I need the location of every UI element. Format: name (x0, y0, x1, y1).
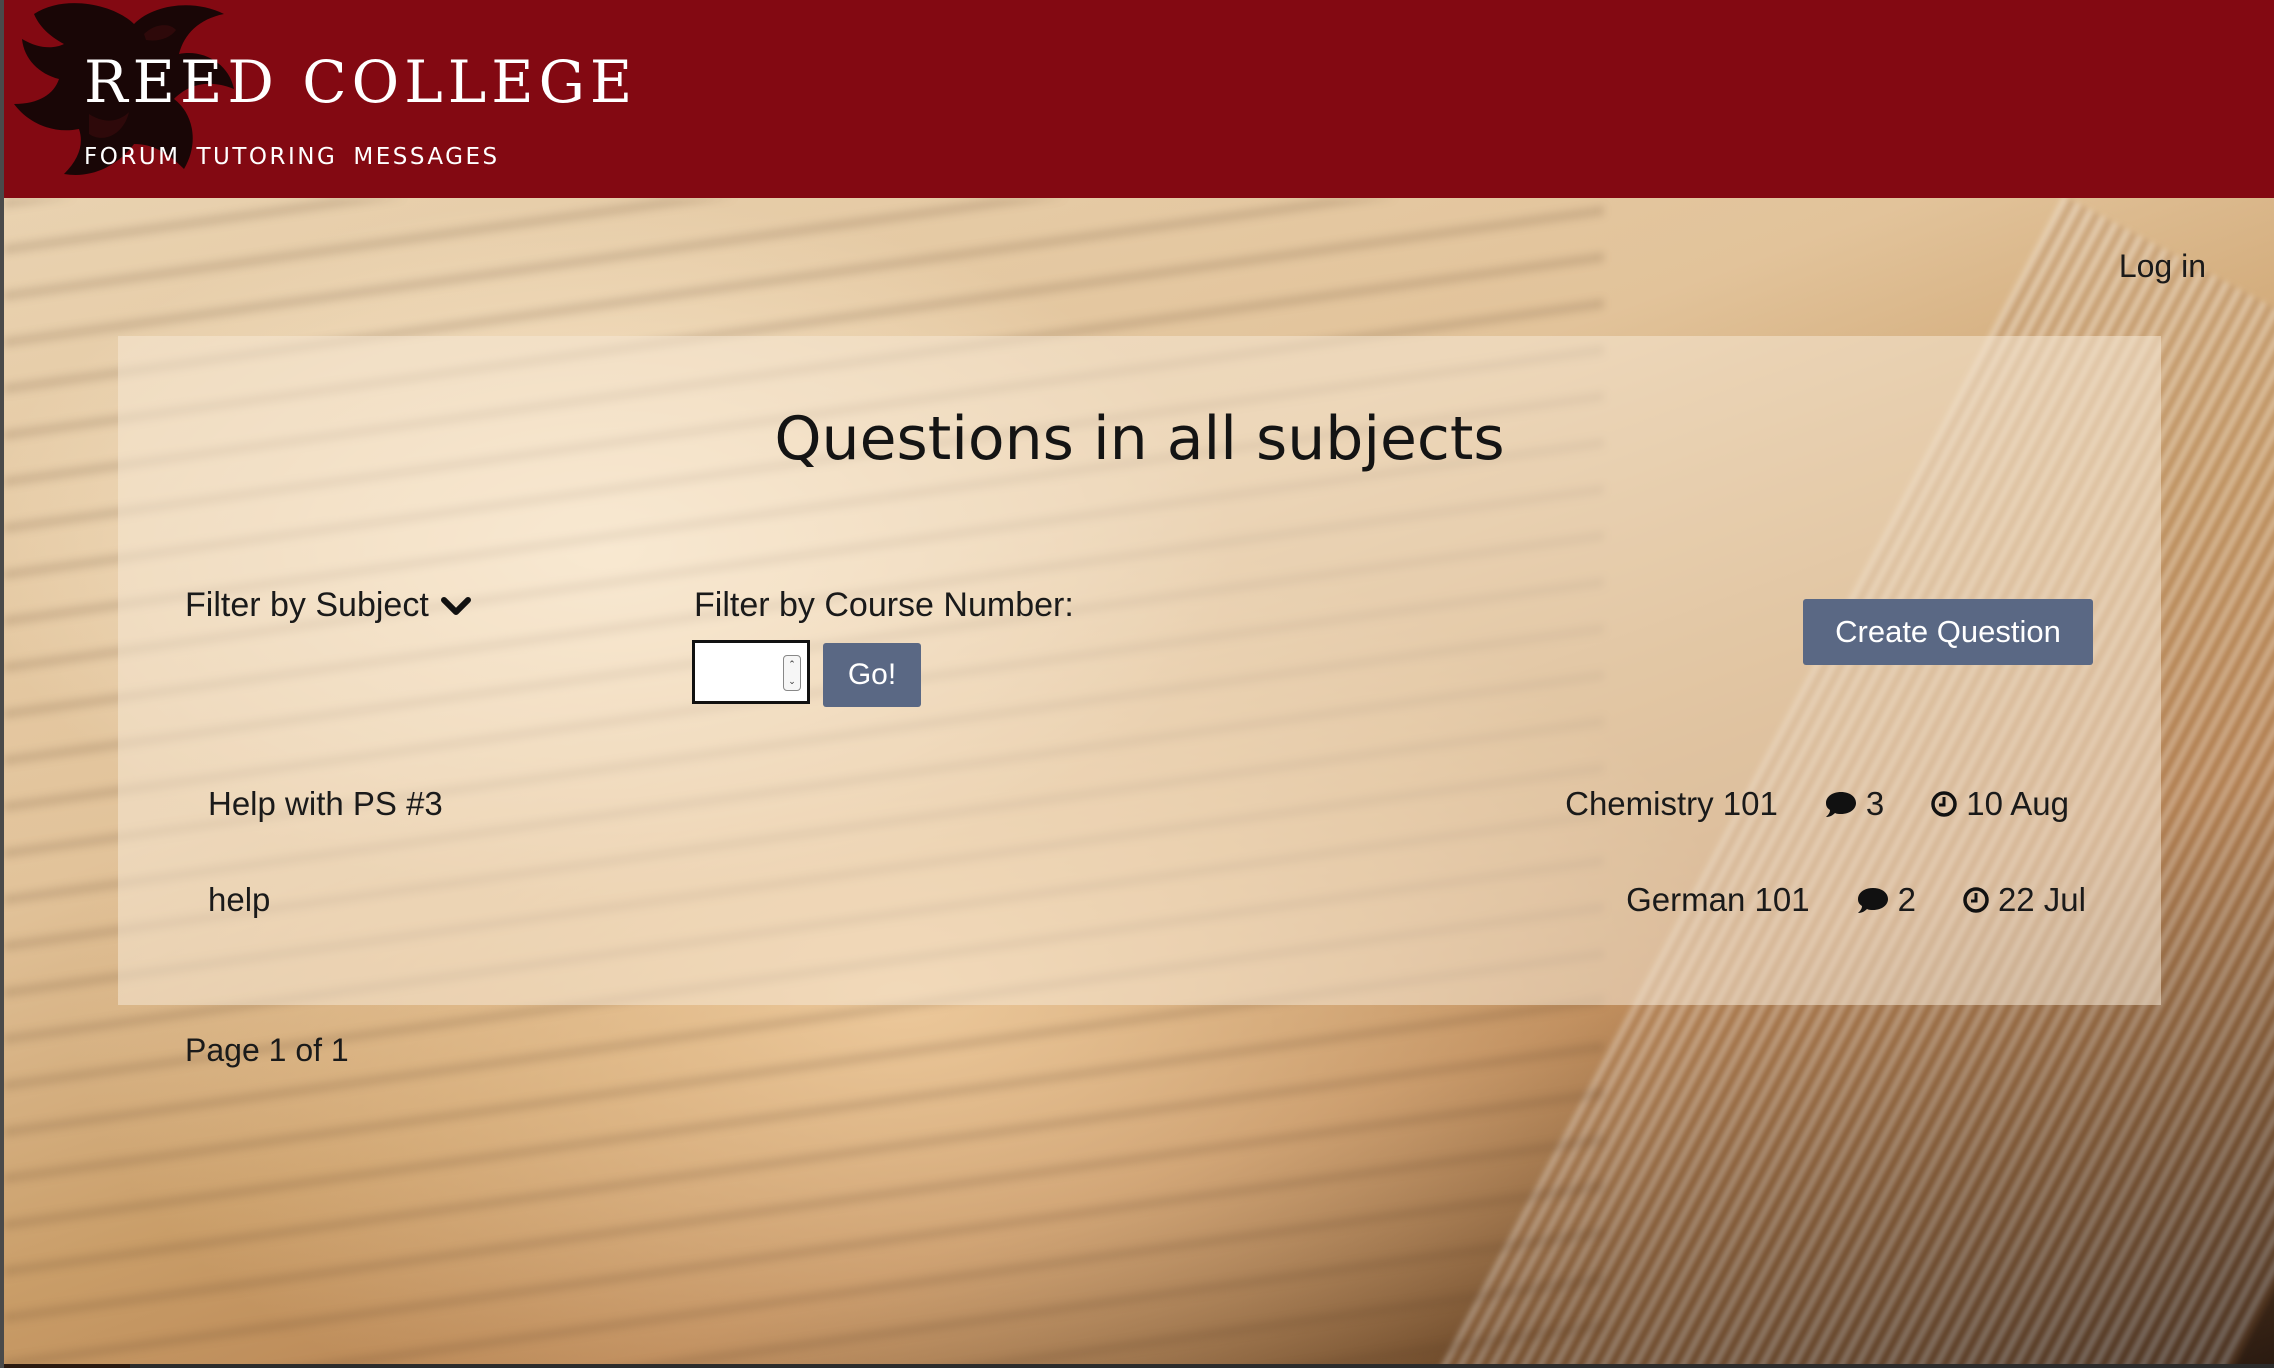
filter-subject-dropdown[interactable]: Filter by Subject (185, 586, 471, 625)
course-number-input[interactable] (695, 643, 791, 699)
reply-count: 2 (1897, 881, 1916, 918)
spinner-up-icon[interactable]: ⌃ (788, 660, 796, 669)
nav-tutoring[interactable]: TUTORING (197, 144, 338, 170)
reply-count: 3 (1865, 785, 1885, 822)
create-question-button[interactable]: Create Question (1803, 599, 2093, 665)
questions-panel: Questions in all subjects Filter by Subj… (118, 336, 2161, 1005)
date-text: 22 Jul (1997, 881, 2086, 918)
nav-forum[interactable]: FORUM (84, 144, 181, 170)
login-link[interactable]: Log in (2119, 248, 2206, 285)
question-replies: 3 (1824, 785, 1884, 823)
chevron-down-icon (440, 596, 471, 615)
question-title-link[interactable]: Help with PS #3 (208, 785, 443, 823)
number-spinner[interactable]: ⌃ ⌄ (783, 655, 801, 691)
question-meta: German 101 2 22 Jul (1626, 870, 2086, 930)
question-date: 10 Aug (1930, 785, 2069, 823)
question-row: Help with PS #3 Chemistry 101 3 10 Aug (208, 774, 2161, 834)
question-subject: German 101 (1626, 881, 1810, 918)
college-title: REED COLLEGE (84, 48, 638, 116)
filter-course-label: Filter by Course Number: (694, 586, 1074, 624)
question-subject: Chemistry 101 (1565, 785, 1778, 822)
course-number-field: ⌃ ⌄ (692, 640, 810, 704)
comment-icon (1825, 792, 1856, 817)
spinner-down-icon[interactable]: ⌄ (788, 677, 796, 686)
top-nav: FORUM TUTORING MESSAGES (84, 144, 500, 170)
window-bottom-edge (130, 1364, 2274, 1368)
clock-icon (1963, 887, 1989, 913)
question-date: 22 Jul (1962, 881, 2086, 919)
question-row: help German 101 2 22 Jul (208, 870, 2161, 930)
date-text: 10 Aug (1966, 785, 2069, 822)
pagination-label: Page 1 of 1 (185, 1032, 349, 1068)
go-button[interactable]: Go! (823, 643, 921, 707)
page-title: Questions in all subjects (774, 404, 1505, 474)
clock-icon (1931, 791, 1957, 817)
question-title-link[interactable]: help (208, 881, 270, 919)
filter-subject-label: Filter by Subject (185, 586, 429, 624)
comment-icon (1857, 888, 1888, 913)
site-header: REED COLLEGE FORUM TUTORING MESSAGES (4, 0, 2274, 198)
question-meta: Chemistry 101 3 10 Aug (1565, 774, 2069, 834)
question-replies: 2 (1856, 881, 1916, 919)
nav-messages[interactable]: MESSAGES (353, 144, 499, 170)
